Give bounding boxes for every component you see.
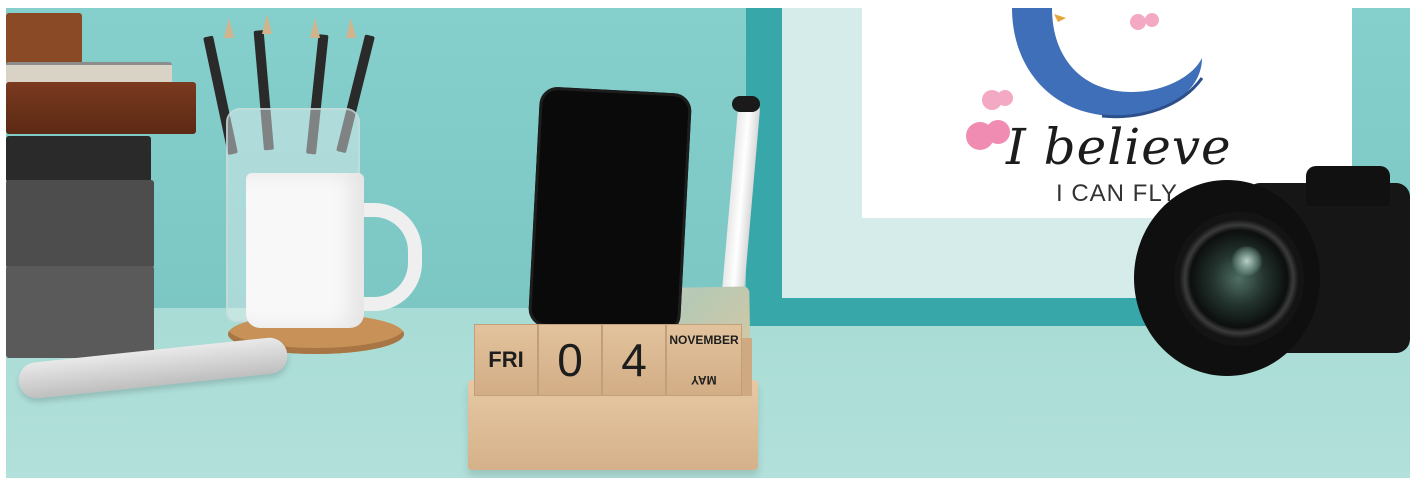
calendar-month-flipped: MAY: [691, 373, 717, 387]
book-gray-2: [6, 266, 154, 358]
camera-top: [1306, 166, 1390, 206]
calendar-digit-block-1: 0: [538, 324, 602, 396]
desk-scene-photo: I believe I CAN FLY FRI 0 4 NOVEMBER MAY: [6, 8, 1410, 478]
calendar-side-block: [742, 338, 752, 396]
calendar-day-block: FRI: [474, 324, 538, 396]
lens-glass-shine: [1230, 246, 1264, 276]
calendar-month: NOVEMBER: [669, 333, 739, 347]
camera-lens: [1174, 212, 1304, 346]
book-top: [6, 13, 82, 65]
poster-headline: I believe: [1006, 118, 1232, 176]
poster-subline: I CAN FLY: [1056, 180, 1178, 207]
pen-cap: [732, 96, 760, 112]
white-mug: [246, 173, 364, 328]
smartphone-on-stand: [527, 86, 693, 334]
calendar-digit-block-2: 4: [602, 324, 666, 396]
book-gray-1: [6, 180, 154, 268]
book-leather: [6, 82, 196, 134]
calendar-month-block: NOVEMBER MAY: [666, 324, 742, 396]
book-black: [6, 136, 151, 182]
